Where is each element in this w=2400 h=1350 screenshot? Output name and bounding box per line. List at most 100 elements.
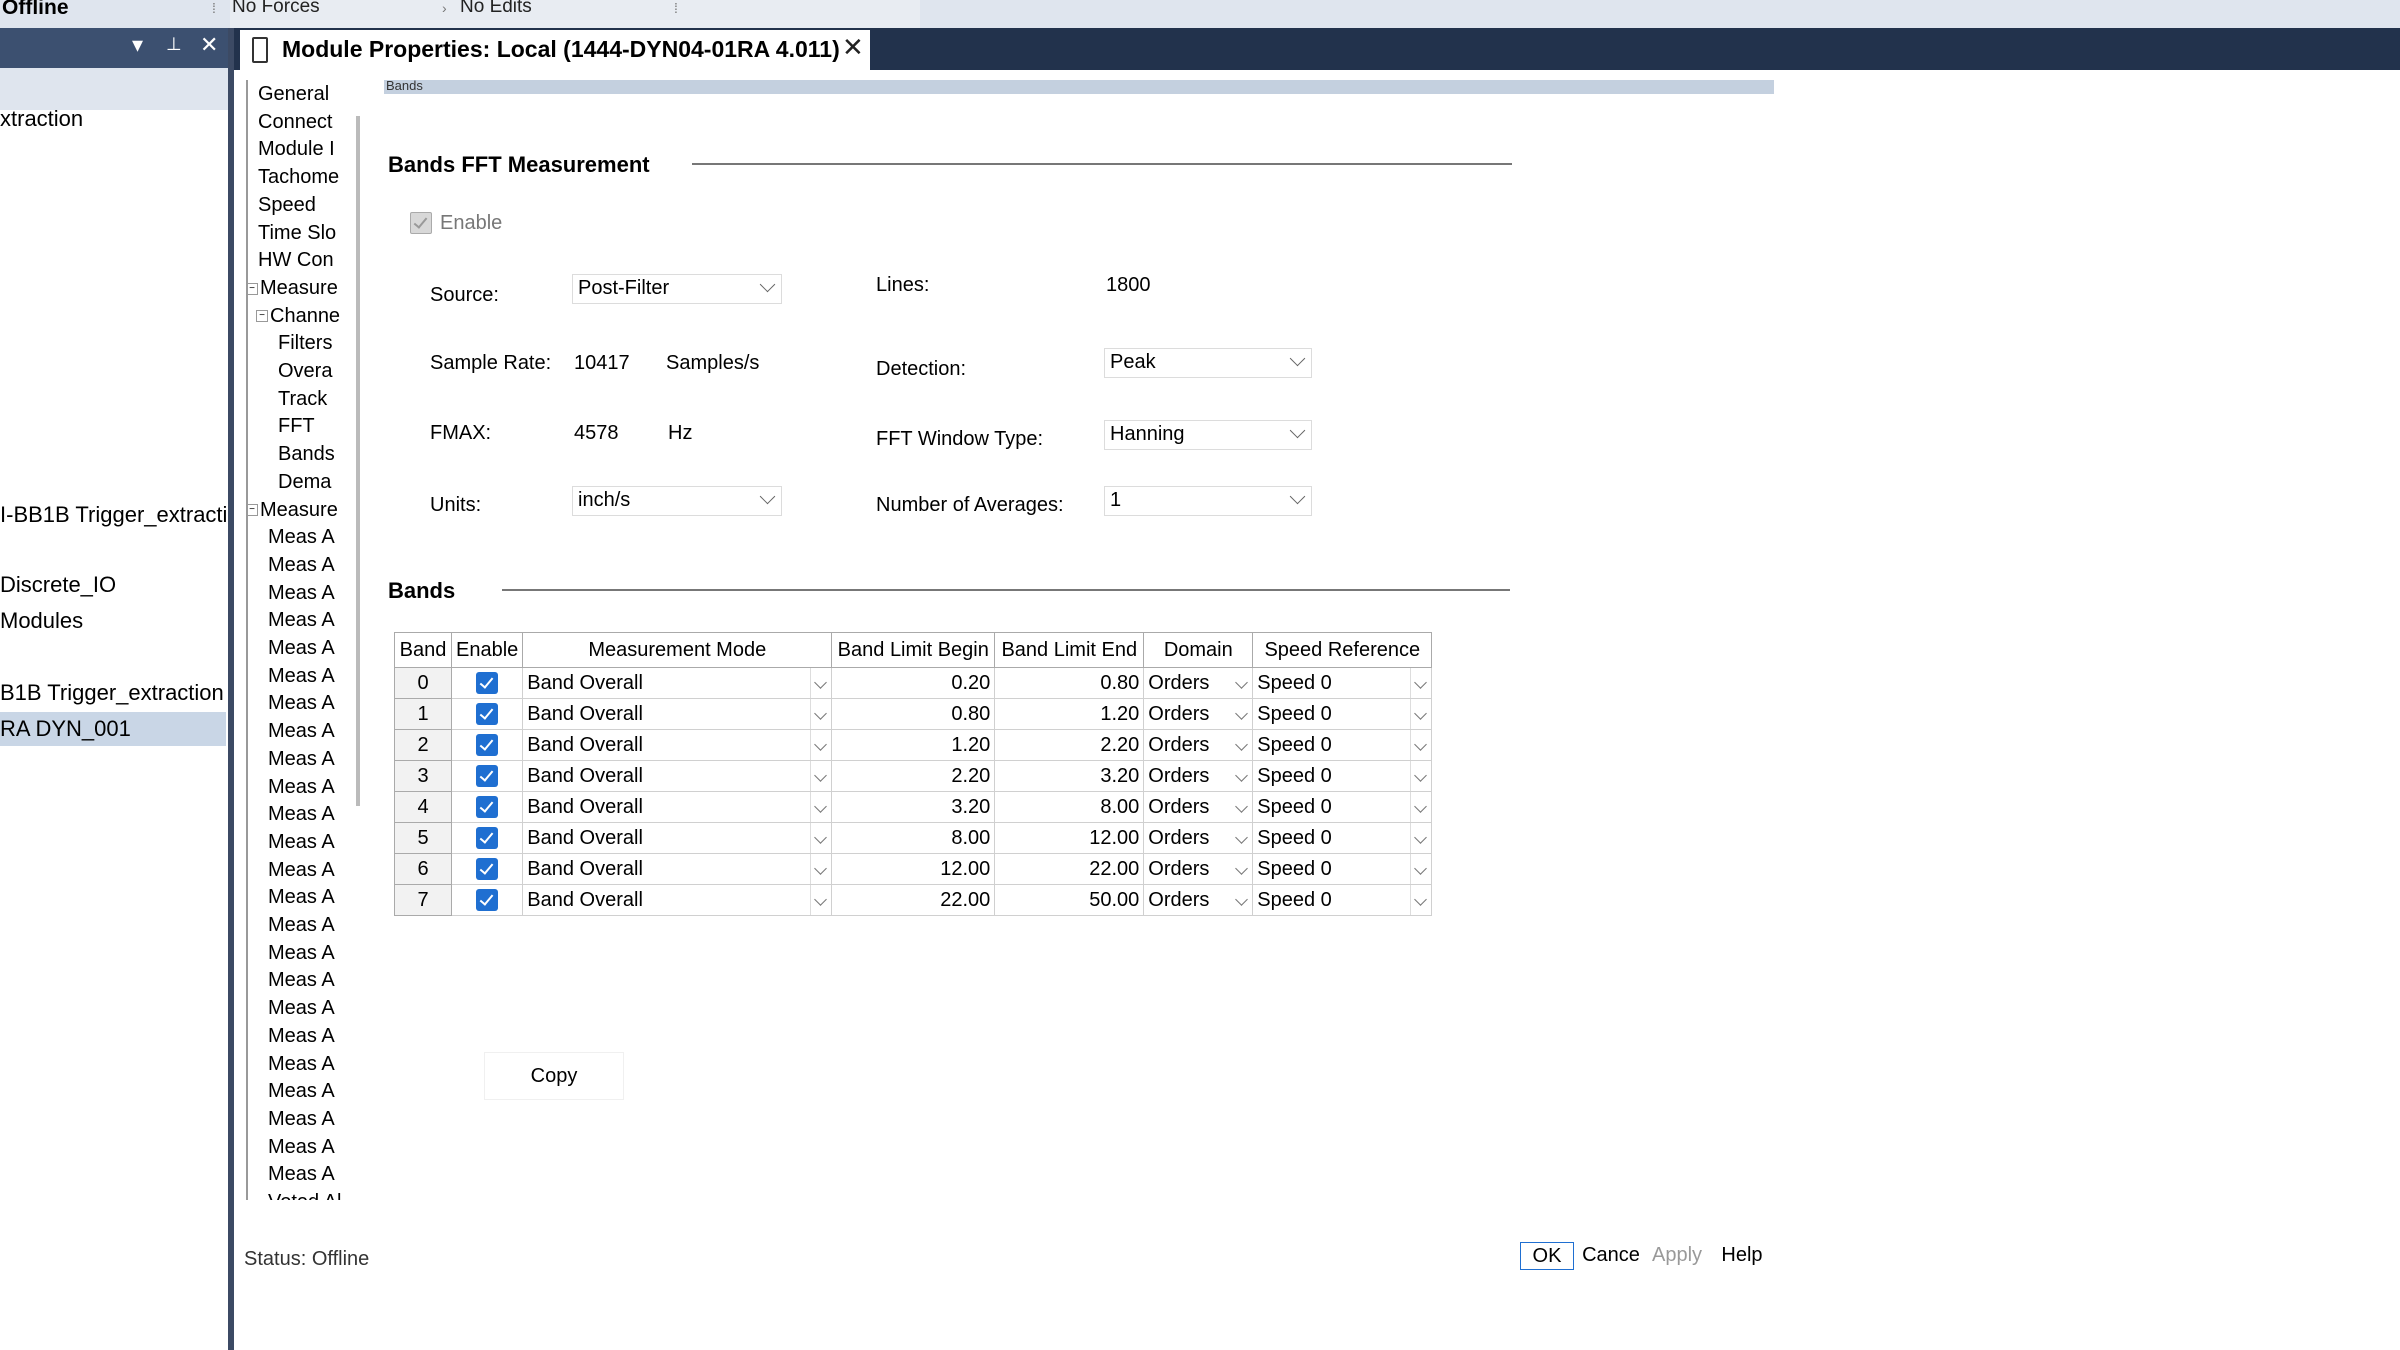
begin-cell[interactable]: 8.00 [831, 822, 996, 854]
column-header[interactable]: Band Limit End [994, 632, 1145, 668]
tree-item[interactable]: General [258, 83, 329, 106]
pin-icon[interactable]: ⊥ [166, 34, 182, 55]
checkbox-checked-icon[interactable] [476, 734, 499, 757]
tree-item[interactable]: Meas A [268, 831, 335, 854]
tree-item[interactable]: Meas A [268, 969, 335, 992]
tree-item[interactable]: Meas A [268, 609, 335, 632]
tree-item[interactable]: Voted Al [268, 1191, 341, 1200]
begin-cell[interactable]: 1.20 [831, 729, 996, 761]
domain-cell[interactable]: Orders [1143, 884, 1254, 916]
end-cell[interactable]: 1.20 [994, 698, 1145, 730]
checkbox-checked-icon[interactable] [476, 672, 499, 695]
begin-cell[interactable]: 22.00 [831, 884, 996, 916]
tree-item[interactable]: − Measure [248, 277, 338, 300]
speed-cell[interactable]: Speed 0 [1252, 698, 1433, 730]
tree-item[interactable]: Tachome [258, 166, 339, 189]
mode-cell[interactable]: Band Overall [522, 698, 833, 730]
speed-cell[interactable]: Speed 0 [1252, 729, 1433, 761]
tree-item[interactable]: Bands [278, 443, 335, 466]
begin-cell[interactable]: 0.20 [831, 667, 996, 699]
collapse-icon[interactable]: − [248, 282, 258, 295]
column-header[interactable]: Speed Reference [1252, 632, 1433, 668]
tree-item[interactable]: Overa [278, 360, 332, 383]
tree-item[interactable]: Meas A [268, 914, 335, 937]
column-header[interactable]: Band Limit Begin [831, 632, 996, 668]
tree-scrollbar[interactable] [356, 116, 360, 806]
column-header[interactable]: Domain [1143, 632, 1254, 668]
cancel-button[interactable]: Cance [1580, 1242, 1642, 1268]
domain-cell[interactable]: Orders [1143, 698, 1254, 730]
enable-cell[interactable] [450, 884, 524, 916]
tree-item[interactable]: HW Con [258, 249, 334, 272]
mode-cell[interactable]: Band Overall [522, 822, 833, 854]
organizer-item[interactable]: Modules [0, 608, 83, 634]
tree-item[interactable]: Meas A [268, 776, 335, 799]
speed-cell[interactable]: Speed 0 [1252, 884, 1433, 916]
enable-cell[interactable] [450, 729, 524, 761]
enable-checkbox[interactable] [410, 212, 432, 234]
window-select[interactable]: Hanning [1104, 420, 1312, 450]
tree-item[interactable]: − Channe [256, 305, 340, 328]
organizer-item[interactable]: B1B Trigger_extraction [0, 680, 224, 706]
tree-item[interactable]: Module I [258, 138, 335, 161]
averages-select[interactable]: 1 [1104, 486, 1312, 516]
speed-cell[interactable]: Speed 0 [1252, 760, 1433, 792]
tree-item[interactable]: Dema [278, 471, 331, 494]
mode-cell[interactable]: Band Overall [522, 729, 833, 761]
end-cell[interactable]: 50.00 [994, 884, 1145, 916]
tree-item[interactable]: Meas A [268, 886, 335, 909]
enable-cell[interactable] [450, 822, 524, 854]
enable-cell[interactable] [450, 853, 524, 885]
domain-cell[interactable]: Orders [1143, 791, 1254, 823]
organizer-item[interactable]: xtraction [0, 106, 83, 132]
tree-item[interactable]: Meas A [268, 748, 335, 771]
ok-button[interactable]: OK [1520, 1242, 1574, 1270]
tree-item[interactable]: Meas A [268, 942, 335, 965]
tree-item[interactable]: Meas A [268, 803, 335, 826]
mode-cell[interactable]: Band Overall [522, 760, 833, 792]
mode-cell[interactable]: Band Overall [522, 884, 833, 916]
end-cell[interactable]: 2.20 [994, 729, 1145, 761]
checkbox-checked-icon[interactable] [476, 858, 499, 881]
begin-cell[interactable]: 3.20 [831, 791, 996, 823]
enable-cell[interactable] [450, 698, 524, 730]
apply-button[interactable]: Apply [1648, 1242, 1706, 1268]
domain-cell[interactable]: Orders [1143, 667, 1254, 699]
speed-cell[interactable]: Speed 0 [1252, 667, 1433, 699]
tree-item[interactable]: Track [278, 388, 327, 411]
begin-cell[interactable]: 2.20 [831, 760, 996, 792]
source-select[interactable]: Post-Filter [572, 274, 782, 304]
organizer-item[interactable]: Discrete_IO [0, 572, 116, 598]
domain-cell[interactable]: Orders [1143, 853, 1254, 885]
mode-cell[interactable]: Band Overall [522, 791, 833, 823]
column-header[interactable]: Enable [450, 632, 524, 668]
collapse-icon[interactable]: − [256, 310, 268, 323]
tree-item[interactable]: Meas A [268, 665, 335, 688]
enable-cell[interactable] [450, 760, 524, 792]
detection-select[interactable]: Peak [1104, 348, 1312, 378]
end-cell[interactable]: 22.00 [994, 853, 1145, 885]
tree-item[interactable]: − Measure [248, 499, 338, 522]
dropdown-icon[interactable]: ▾ [132, 32, 143, 58]
tree-item[interactable]: Meas A [268, 1053, 335, 1076]
speed-cell[interactable]: Speed 0 [1252, 853, 1433, 885]
tree-item[interactable]: Meas A [268, 997, 335, 1020]
organizer-item[interactable]: I-BB1B Trigger_extractic [0, 502, 238, 528]
column-header[interactable]: Measurement Mode [522, 632, 833, 668]
domain-cell[interactable]: Orders [1143, 822, 1254, 854]
mode-cell[interactable]: Band Overall [522, 667, 833, 699]
column-header[interactable]: Band [394, 632, 452, 668]
enable-cell[interactable] [450, 791, 524, 823]
begin-cell[interactable]: 0.80 [831, 698, 996, 730]
speed-cell[interactable]: Speed 0 [1252, 822, 1433, 854]
tree-item[interactable]: Meas A [268, 1080, 335, 1103]
tree-item[interactable]: Meas A [268, 1136, 335, 1159]
enable-cell[interactable] [450, 667, 524, 699]
tree-item[interactable]: Meas A [268, 1025, 335, 1048]
checkbox-checked-icon[interactable] [476, 765, 499, 788]
organizer-item[interactable]: RA DYN_001 [0, 712, 226, 746]
close-icon[interactable]: ✕ [842, 32, 864, 63]
tree-item[interactable]: Connect [258, 111, 333, 134]
domain-cell[interactable]: Orders [1143, 729, 1254, 761]
tree-item[interactable]: Meas A [268, 526, 335, 549]
